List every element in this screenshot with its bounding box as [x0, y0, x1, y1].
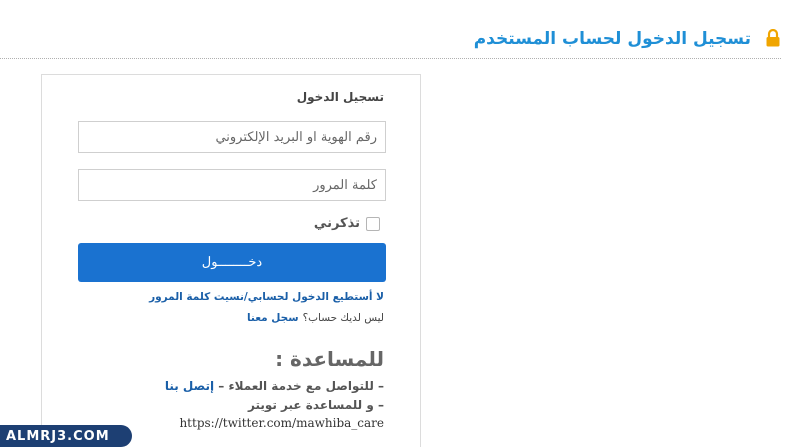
page-title: تسجيل الدخول لحساب المستخدم — [473, 29, 751, 49]
help-contact-text: – للتواصل مع خدمة العملاء – — [218, 379, 384, 393]
watermark: ALMRJ3.COM — [0, 425, 132, 447]
lock-icon — [766, 29, 780, 47]
no-account-text: ليس لديك حساب؟ — [302, 312, 384, 324]
remember-me-checkbox[interactable] — [366, 216, 380, 231]
id-email-input[interactable] — [78, 121, 386, 153]
page-header: تسجيل الدخول لحساب المستخدم — [0, 0, 789, 60]
register-line: ليس لديك حساب؟سجل معنا — [247, 312, 384, 324]
remember-me-label: تذكرني — [313, 216, 360, 231]
twitter-link[interactable]: https://twitter.com/mawhiba_care — [179, 416, 384, 430]
help-twitter-line: – و للمساعدة عبر تويتر — [247, 398, 384, 412]
help-contact-line: – للتواصل مع خدمة العملاء – إتصل بنا — [165, 379, 384, 393]
help-title: للمساعدة : — [275, 347, 384, 371]
login-form: تسجيل الدخول تذكرني دخــــــــول لا أستط… — [41, 74, 421, 447]
register-link[interactable]: سجل معنا — [247, 312, 299, 324]
remember-me[interactable]: تذكرني — [314, 216, 380, 231]
header-divider — [0, 58, 781, 59]
cant-login-link[interactable]: لا أستطيع الدخول لحسابي/نسيت كلمة المرور — [149, 291, 384, 303]
login-form-title: تسجيل الدخول — [296, 90, 384, 104]
login-button[interactable]: دخــــــــول — [78, 243, 386, 282]
contact-us-link[interactable]: إتصل بنا — [165, 379, 214, 393]
password-input[interactable] — [78, 169, 386, 201]
